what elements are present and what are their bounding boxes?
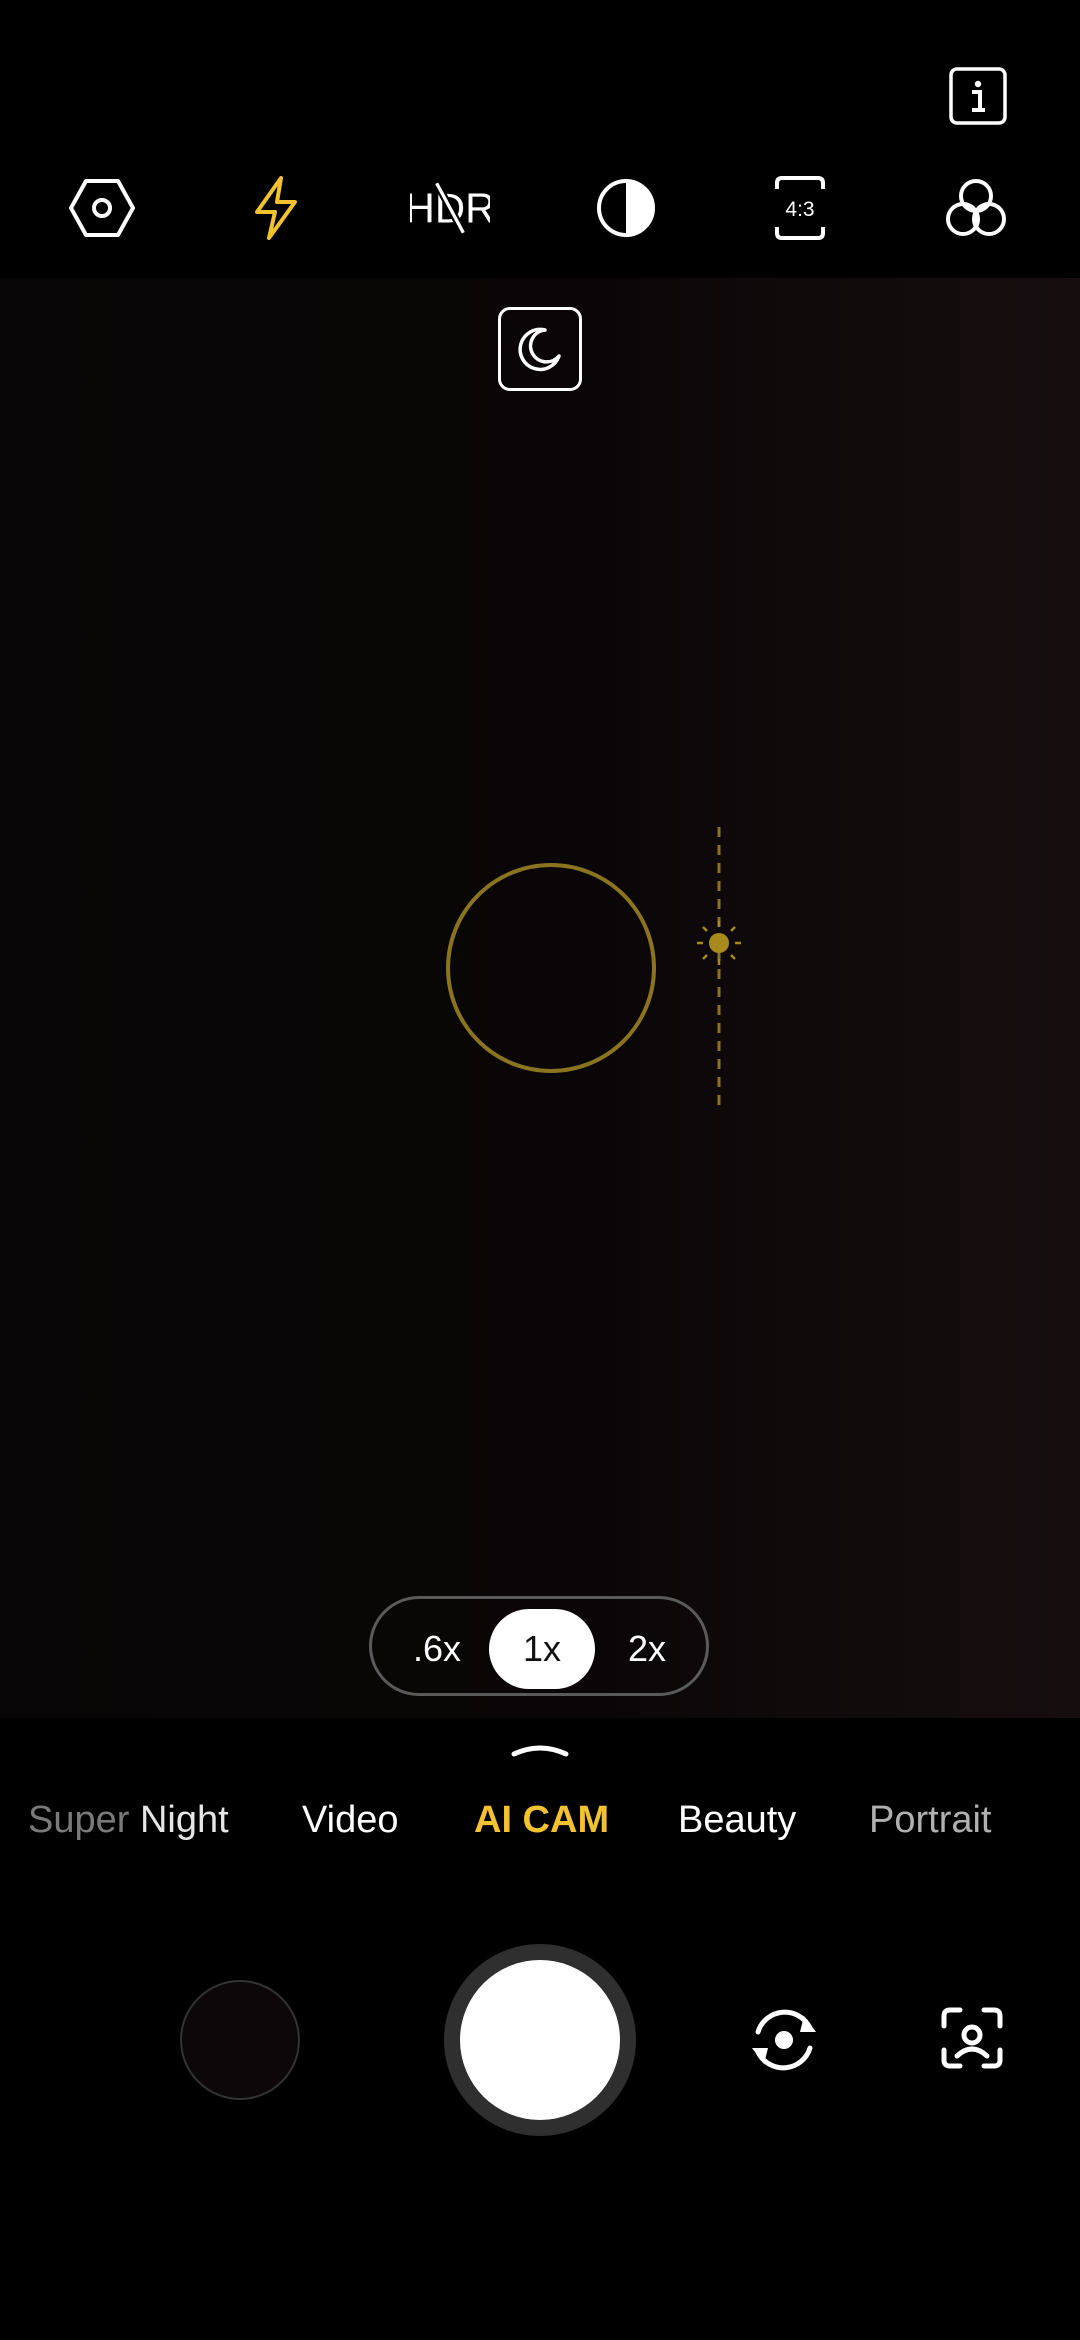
mode-video[interactable]: Video: [302, 1790, 399, 1850]
lens-scan-icon[interactable]: [940, 2006, 1004, 2070]
shutter-button[interactable]: [444, 1944, 636, 2136]
info-icon[interactable]: [948, 66, 1008, 126]
flash-icon[interactable]: [236, 168, 316, 248]
camera-mode-selector: Super Night Video AI CAM Beauty Portrait: [0, 1790, 1080, 1850]
aspect-ratio-icon[interactable]: 4:3: [760, 168, 840, 248]
contrast-filter-icon[interactable]: [586, 168, 666, 248]
mode-ai-cam[interactable]: AI CAM: [474, 1790, 609, 1850]
night-mode-moon-icon[interactable]: [498, 307, 582, 391]
mode-super-night-label: Night: [129, 1798, 229, 1841]
mode-beauty[interactable]: Beauty: [678, 1790, 796, 1850]
zoom-selector: .6x 1x 2x: [369, 1596, 709, 1696]
mode-drawer-handle[interactable]: [510, 1740, 570, 1760]
hdr-off-icon[interactable]: HDR: [410, 168, 490, 248]
zoom-0.6x-button[interactable]: .6x: [392, 1609, 482, 1689]
switch-camera-icon[interactable]: [746, 2002, 822, 2078]
zoom-1x-button[interactable]: 1x: [489, 1609, 595, 1689]
ratio-label: 4:3: [785, 198, 814, 221]
top-toolbar: HDR 4:3: [0, 0, 1080, 278]
zoom-2x-button[interactable]: 2x: [602, 1609, 692, 1689]
shutter-button-inner: [460, 1960, 620, 2120]
mode-super-night[interactable]: Super Night: [28, 1790, 229, 1850]
gallery-thumbnail[interactable]: [180, 1980, 300, 2100]
focus-ring: [446, 863, 656, 1073]
color-effects-icon[interactable]: [936, 168, 1016, 248]
mode-portrait[interactable]: Portrait: [869, 1790, 991, 1850]
mode-super-night-faded: Super: [28, 1798, 130, 1841]
exposure-slider[interactable]: [693, 825, 743, 1110]
settings-hexagon-icon[interactable]: [62, 168, 142, 248]
